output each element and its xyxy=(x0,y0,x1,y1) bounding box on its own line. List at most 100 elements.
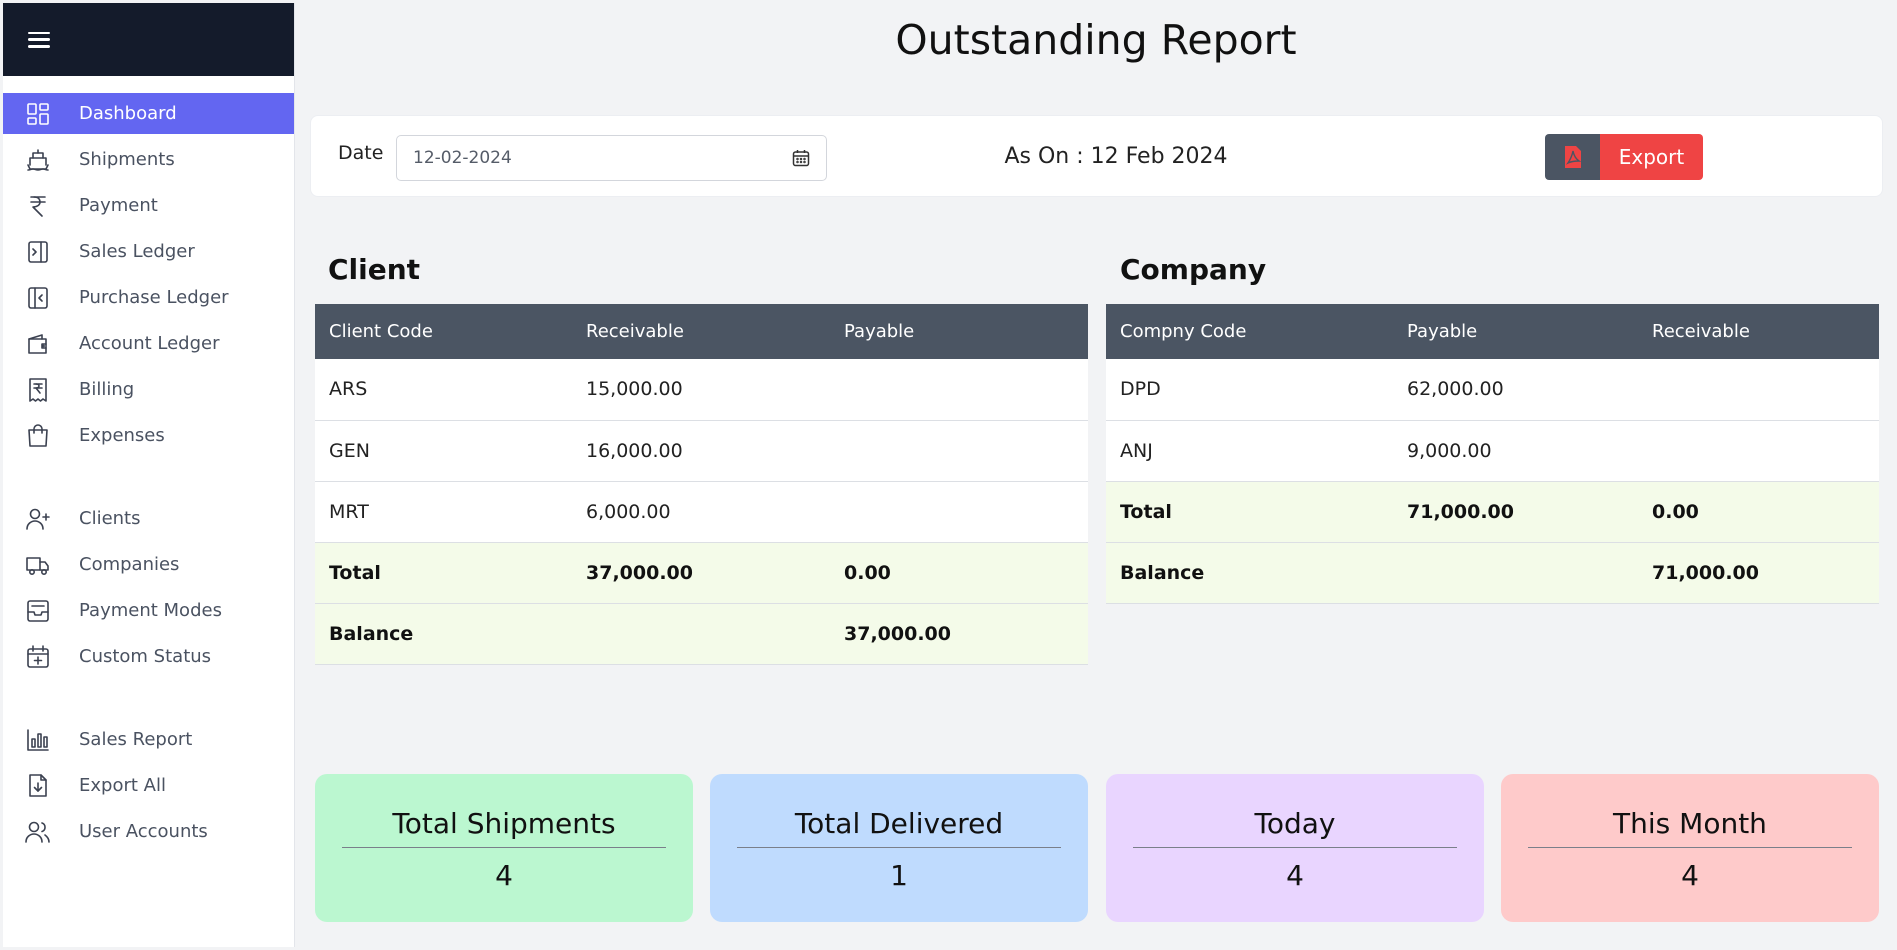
sidebar-item-billing[interactable]: Billing xyxy=(3,369,294,410)
sales-ledger-icon xyxy=(25,239,51,265)
export-button-label: Export xyxy=(1600,134,1703,180)
filter-card: Date 12-02-2024 As On : 12 Feb 2024 Expo… xyxy=(310,115,1883,197)
stat-value: 4 xyxy=(1286,859,1304,892)
company-table: Compny Code Payable Receivable DPD 62,000.0… xyxy=(1106,304,1879,604)
table-header-row: Compny Code Payable Receivable xyxy=(1106,304,1879,359)
sidebar-item-label: Shipments xyxy=(79,149,175,170)
sidebar-item-user-accounts[interactable]: User Accounts xyxy=(3,811,294,852)
shopping-bag-icon xyxy=(25,423,51,449)
client-table: Client Code Receivable Payable ARS 15,000.0… xyxy=(315,304,1088,665)
stat-title: Today xyxy=(1133,774,1457,848)
column-header: Compny Code xyxy=(1106,304,1393,359)
summary-cell: 71,000.00 xyxy=(1638,542,1879,604)
user-plus-icon xyxy=(25,506,51,532)
table-row: DPD 62,000.00 xyxy=(1106,359,1879,421)
table-cell xyxy=(830,420,1088,482)
summary-cell: 0.00 xyxy=(1638,481,1879,543)
sidebar-nav: Dashboard Shipments Payment Sales Ledger Pur… xyxy=(3,93,294,852)
sidebar-item-purchase-ledger[interactable]: Purchase Ledger xyxy=(3,277,294,318)
table-cell xyxy=(1638,420,1879,482)
sidebar-item-label: Export All xyxy=(79,775,166,796)
column-header: Receivable xyxy=(1638,304,1879,359)
ship-icon xyxy=(25,147,51,173)
sidebar-item-companies[interactable]: Companies xyxy=(3,544,294,585)
column-header: Receivable xyxy=(572,304,830,359)
stat-card-total-shipments: Total Shipments 4 xyxy=(315,774,693,922)
purchase-ledger-icon xyxy=(25,285,51,311)
date-input[interactable]: 12-02-2024 xyxy=(396,135,827,181)
sidebar-item-label: Payment xyxy=(79,195,158,216)
inbox-icon xyxy=(25,598,51,624)
sidebar-item-label: Sales Report xyxy=(79,729,193,750)
stat-card-this-month: This Month 4 xyxy=(1501,774,1879,922)
sidebar-item-payment[interactable]: Payment xyxy=(3,185,294,226)
summary-cell: 0.00 xyxy=(830,542,1088,604)
sidebar: Dashboard Shipments Payment Sales Ledger Pur… xyxy=(3,3,295,947)
bar-chart-icon xyxy=(25,727,51,753)
sidebar-item-custom-status[interactable]: Custom Status xyxy=(3,636,294,677)
summary-cell xyxy=(1393,542,1638,604)
menu-toggle-icon[interactable] xyxy=(28,31,50,48)
summary-cell xyxy=(572,603,830,665)
table-cell: 62,000.00 xyxy=(1393,359,1638,421)
client-section-title: Client xyxy=(328,253,421,286)
table-cell: GEN xyxy=(315,420,572,482)
stat-title: Total Delivered xyxy=(737,774,1061,848)
sidebar-item-label: Payment Modes xyxy=(79,600,222,621)
summary-cell: Total xyxy=(1106,481,1393,543)
sidebar-item-account-ledger[interactable]: Account Ledger xyxy=(3,323,294,364)
sidebar-item-label: Companies xyxy=(79,554,180,575)
total-row: Total 71,000.00 0.00 xyxy=(1106,481,1879,543)
stat-value: 4 xyxy=(495,859,513,892)
table-cell xyxy=(830,359,1088,421)
sidebar-item-label: Dashboard xyxy=(79,103,177,124)
table-row: ARS 15,000.00 xyxy=(315,359,1088,421)
truck-icon xyxy=(25,552,51,578)
dashboard-icon xyxy=(25,101,51,127)
export-button[interactable]: Export xyxy=(1545,134,1703,180)
table-cell: 15,000.00 xyxy=(572,359,830,421)
summary-cell: 37,000.00 xyxy=(830,603,1088,665)
sidebar-item-export-all[interactable]: Export All xyxy=(3,765,294,806)
table-row: ANJ 9,000.00 xyxy=(1106,420,1879,482)
column-header: Payable xyxy=(1393,304,1638,359)
company-section-title: Company xyxy=(1120,253,1267,286)
pdf-icon xyxy=(1545,134,1600,180)
as-on-date: As On : 12 Feb 2024 xyxy=(1004,144,1228,169)
sidebar-item-payment-modes[interactable]: Payment Modes xyxy=(3,590,294,631)
summary-cell: Balance xyxy=(315,603,572,665)
sidebar-item-dashboard[interactable]: Dashboard xyxy=(3,93,294,134)
table-header-row: Client Code Receivable Payable xyxy=(315,304,1088,359)
sidebar-item-shipments[interactable]: Shipments xyxy=(3,139,294,180)
table-cell: 6,000.00 xyxy=(572,481,830,543)
sidebar-item-expenses[interactable]: Expenses xyxy=(3,415,294,456)
table-row: GEN 16,000.00 xyxy=(315,420,1088,482)
stat-title: Total Shipments xyxy=(342,774,666,848)
calendar-icon[interactable] xyxy=(792,149,810,167)
sidebar-item-label: Clients xyxy=(79,508,141,529)
column-header: Payable xyxy=(830,304,1088,359)
sidebar-header xyxy=(3,3,294,76)
summary-cell: 37,000.00 xyxy=(572,542,830,604)
stat-card-total-delivered: Total Delivered 1 xyxy=(710,774,1088,922)
total-row: Total 37,000.00 0.00 xyxy=(315,542,1088,604)
summary-cell: Total xyxy=(315,542,572,604)
sidebar-item-clients[interactable]: Clients xyxy=(3,498,294,539)
sidebar-item-sales-ledger[interactable]: Sales Ledger xyxy=(3,231,294,272)
date-label: Date xyxy=(338,142,384,164)
stat-value: 4 xyxy=(1681,859,1699,892)
rupee-icon xyxy=(25,193,51,219)
table-cell: 16,000.00 xyxy=(572,420,830,482)
sidebar-item-label: Billing xyxy=(79,379,135,400)
balance-row: Balance 37,000.00 xyxy=(315,603,1088,665)
table-cell xyxy=(1638,359,1879,421)
table-cell: 9,000.00 xyxy=(1393,420,1638,482)
calendar-plus-icon xyxy=(25,644,51,670)
page-title: Outstanding Report xyxy=(895,16,1297,64)
receipt-icon xyxy=(25,377,51,403)
column-header: Client Code xyxy=(315,304,572,359)
table-cell: DPD xyxy=(1106,359,1393,421)
date-input-value: 12-02-2024 xyxy=(413,148,512,168)
sidebar-item-sales-report[interactable]: Sales Report xyxy=(3,719,294,760)
nav-divider xyxy=(3,682,294,719)
